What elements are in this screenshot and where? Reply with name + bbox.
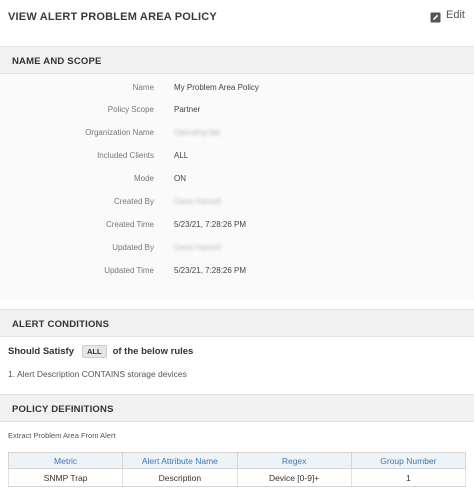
detail-row-updated-by: Updated By Gene Harsell — [0, 243, 474, 257]
detail-row-created-by: Created By Gene Harsell — [0, 197, 474, 211]
section-title: NAME AND SCOPE — [12, 56, 102, 67]
details-panel: Name My Problem Area Policy Policy Scope… — [0, 74, 474, 300]
detail-row-included-clients: Included Clients ALL — [0, 151, 474, 165]
table-header-row: Metric Alert Attribute Name Regex Group … — [7, 452, 467, 469]
detail-key: Name — [132, 83, 154, 92]
condition-rule: 1. Alert Description CONTAINS storage de… — [8, 369, 187, 379]
detail-row-organization-name: Organization Name Opsramp-lab — [0, 128, 474, 142]
page-title: VIEW ALERT PROBLEM AREA POLICY — [8, 11, 217, 23]
detail-value: Partner — [174, 105, 201, 114]
edit-button[interactable]: Edit — [430, 9, 465, 22]
detail-row-name: Name My Problem Area Policy — [0, 83, 474, 97]
detail-value: Opsramp-lab — [174, 128, 221, 137]
cell-alert-attribute-name: Description — [122, 468, 238, 487]
cell-regex: Device [0-9]+ — [236, 468, 352, 487]
extract-label: Extract Problem Area From Alert — [8, 431, 116, 440]
should-satisfy-line: Should Satisfy ALL of the below rules — [8, 345, 193, 358]
should-satisfy-suffix: of the below rules — [112, 346, 194, 357]
detail-value: ON — [174, 174, 186, 183]
detail-key: Updated Time — [104, 266, 154, 275]
cell-group-number: 1 — [350, 468, 467, 487]
detail-key: Updated By — [112, 243, 154, 252]
detail-row-updated-time: Updated Time 5/23/21, 7:28:26 PM — [0, 266, 474, 280]
detail-key: Included Clients — [97, 151, 154, 160]
section-header-name-scope: NAME AND SCOPE — [0, 46, 474, 74]
column-header-metric[interactable]: Metric — [7, 452, 124, 469]
section-title: ALERT CONDITIONS — [12, 319, 110, 330]
detail-key: Created By — [113, 197, 154, 206]
definitions-table: Metric Alert Attribute Name Regex Group … — [7, 452, 467, 487]
match-badge: ALL — [81, 345, 107, 358]
detail-value: Gene Harsell — [174, 243, 221, 252]
detail-value: Gene Harsell — [174, 197, 221, 206]
section-header-alert-conditions: ALERT CONDITIONS — [0, 309, 474, 337]
detail-row-policy-scope: Policy Scope Partner — [0, 105, 474, 119]
detail-key: Created Time — [105, 220, 154, 229]
detail-key: Policy Scope — [107, 105, 154, 114]
cell-metric: SNMP Trap — [7, 468, 124, 487]
detail-value: ALL — [174, 151, 189, 160]
page-header: VIEW ALERT PROBLEM AREA POLICY Edit — [0, 0, 474, 34]
should-satisfy-label: Should Satisfy — [8, 346, 74, 357]
column-header-group-number[interactable]: Group Number — [350, 452, 467, 469]
section-header-policy-definitions: POLICY DEFINITIONS — [0, 394, 474, 422]
detail-key: Organization Name — [85, 128, 154, 137]
detail-row-created-time: Created Time 5/23/21, 7:28:26 PM — [0, 220, 474, 234]
column-header-alert-attribute-name[interactable]: Alert Attribute Name — [122, 452, 238, 469]
detail-value: 5/23/21, 7:28:26 PM — [174, 266, 247, 275]
edit-label: Edit — [446, 9, 465, 21]
column-header-regex[interactable]: Regex — [236, 452, 352, 469]
detail-row-mode: Mode ON — [0, 174, 474, 188]
section-title: POLICY DEFINITIONS — [12, 404, 114, 415]
detail-value: My Problem Area Policy — [174, 83, 259, 92]
detail-key: Mode — [133, 174, 154, 183]
edit-icon — [430, 10, 441, 22]
detail-value: 5/23/21, 7:28:26 PM — [174, 220, 247, 229]
table-row: SNMP Trap Description Device [0-9]+ 1 — [7, 468, 467, 487]
